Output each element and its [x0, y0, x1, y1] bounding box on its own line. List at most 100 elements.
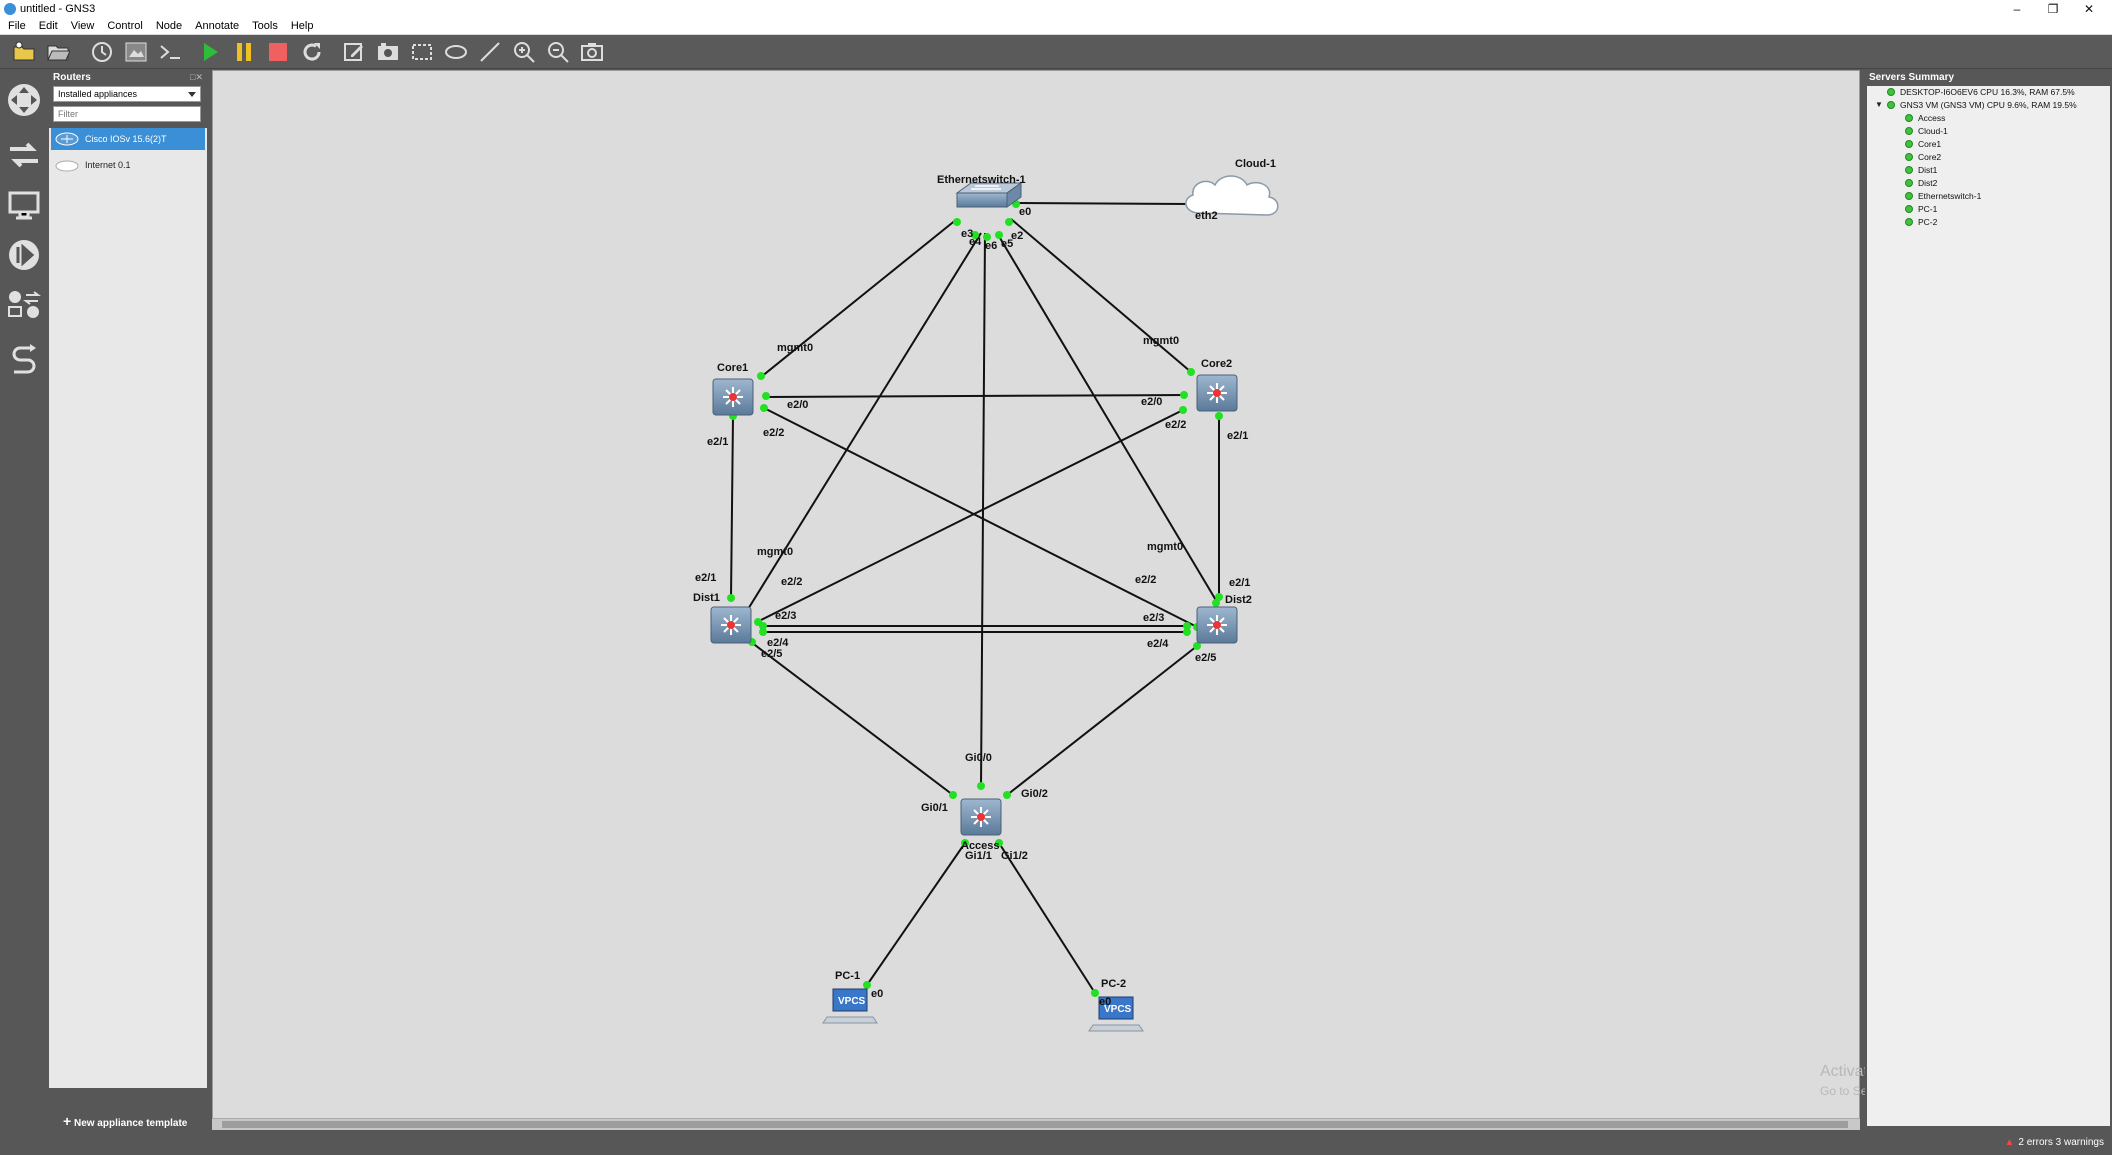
link-dist2-access[interactable]: [1006, 645, 1198, 796]
port-dot: [949, 791, 957, 799]
port-label: e2/0: [787, 399, 808, 411]
tree-node-access[interactable]: Access: [1905, 112, 1945, 125]
tree-node-core1[interactable]: Core1: [1905, 138, 1941, 151]
node-ethernetswitch-1[interactable]: Ethernetswitch-1: [937, 174, 1026, 208]
port-dot: [977, 782, 985, 790]
canvas-horizontal-scrollbar[interactable]: [212, 1118, 1860, 1130]
node-core1[interactable]: Core1: [712, 362, 754, 416]
node-core2[interactable]: Core2: [1196, 358, 1238, 412]
port-dot: [1187, 368, 1195, 376]
tree-node-pc-2[interactable]: PC-2: [1905, 216, 1937, 229]
server-row-vm[interactable]: GNS3 VM (GNS3 VM) CPU 9.6%, RAM 19.5%: [1887, 99, 2077, 112]
open-project-icon[interactable]: [44, 39, 72, 65]
node-label: Ethernetswitch-1: [937, 174, 1026, 186]
link-access-pc1[interactable]: [866, 842, 966, 986]
start-all-icon[interactable]: [196, 39, 224, 65]
appliance-list: Cisco IOSv 15.6(2)T Internet 0.1: [49, 128, 207, 1088]
topology-canvas[interactable]: Ethernetswitch-1 Cloud-1 Core1 Core2 Dis…: [212, 70, 1860, 1130]
new-project-icon[interactable]: [10, 39, 38, 65]
screenshot-icon[interactable]: [578, 39, 606, 65]
tree-node-label: PC-2: [1918, 217, 1938, 227]
suspend-all-icon[interactable]: [230, 39, 258, 65]
warning-icon: ▲: [2004, 1137, 2015, 1148]
port-dot: [1183, 628, 1191, 636]
port-label: mgmt0: [777, 342, 813, 354]
menu-view[interactable]: View: [63, 18, 100, 32]
port-dot: [953, 218, 961, 226]
browse-end-devices-icon[interactable]: [4, 185, 44, 225]
node-pc-2[interactable]: VPCS PC-2: [1088, 978, 1144, 1032]
node-label: Dist1: [693, 592, 720, 604]
menu-node[interactable]: Node: [148, 18, 187, 32]
link-esw-dist2[interactable]: [996, 232, 1218, 603]
tree-node-dist1[interactable]: Dist1: [1905, 164, 1937, 177]
draw-ellipse-icon[interactable]: [442, 39, 470, 65]
node-label: Core2: [1201, 358, 1232, 370]
link-core1-core2[interactable]: [764, 394, 1186, 398]
appliance-item-cisco-iosv[interactable]: Cisco IOSv 15.6(2)T: [51, 128, 205, 150]
port-dot: [759, 628, 767, 636]
menu-annotate[interactable]: Annotate: [187, 18, 244, 32]
link-core2-dist1[interactable]: [756, 409, 1184, 623]
port-label: e2/0: [1141, 396, 1162, 408]
node-access[interactable]: Access: [960, 798, 1002, 852]
servers-summary-panel: Servers Summary DESKTOP-I6O6EV6 CPU 16.3…: [1865, 70, 2112, 1130]
port-dot: [762, 392, 770, 400]
error-warning-indicator[interactable]: ▲ 2 errors 3 warnings: [2005, 1137, 2105, 1148]
link-esw-cloud[interactable]: [1016, 202, 1192, 205]
tree-node-core2[interactable]: Core2: [1905, 151, 1941, 164]
panel-dock-controls[interactable]: □✕: [190, 72, 203, 83]
server-row-local[interactable]: DESKTOP-I6O6EV6 CPU 16.3%, RAM 67.5%: [1887, 86, 2075, 99]
node-dist2[interactable]: Dist2: [1196, 594, 1252, 644]
tree-node-ethernetswitch-1[interactable]: Ethernetswitch-1: [1905, 190, 1981, 203]
add-note-icon[interactable]: [340, 39, 368, 65]
snapshot-icon[interactable]: [88, 39, 116, 65]
menu-control[interactable]: Control: [99, 18, 147, 32]
port-label: e2/1: [707, 436, 728, 448]
browse-switches-icon[interactable]: [4, 135, 44, 175]
console-all-icon[interactable]: [156, 39, 184, 65]
link-access-pc2[interactable]: [998, 842, 1096, 994]
browse-security-devices-icon[interactable]: [4, 235, 44, 275]
topology-svg[interactable]: Ethernetswitch-1 Cloud-1 Core1 Core2 Dis…: [213, 71, 1859, 1117]
port-labels: e0 e3 e4 e6 e5 e2 eth2 mgmt0 e2/0 e2/2 e…: [695, 206, 1250, 1008]
port-dot: [863, 981, 871, 989]
add-link-icon[interactable]: [4, 340, 44, 380]
link-dist1-access[interactable]: [750, 641, 954, 796]
tree-node-pc-1[interactable]: PC-1: [1905, 203, 1937, 216]
device-browser-icon[interactable]: [122, 39, 150, 65]
scrollbar-thumb[interactable]: [222, 1121, 1848, 1128]
stop-all-icon[interactable]: [264, 39, 292, 65]
tree-node-label: Core2: [1918, 152, 1942, 162]
port-label: e2/2: [763, 427, 784, 439]
link-core1-dist2[interactable]: [763, 407, 1198, 628]
insert-picture-icon[interactable]: [374, 39, 402, 65]
reload-all-icon[interactable]: [298, 39, 326, 65]
node-cloud-1[interactable]: Cloud-1: [1185, 158, 1279, 216]
menu-help[interactable]: Help: [283, 18, 319, 32]
zoom-out-icon[interactable]: [544, 39, 572, 65]
port-label: eth2: [1195, 210, 1218, 222]
tree-node-cloud-1[interactable]: Cloud-1: [1905, 125, 1948, 138]
zoom-in-icon[interactable]: [510, 39, 538, 65]
new-appliance-template-button[interactable]: + New appliance template: [63, 1113, 187, 1129]
menu-file[interactable]: File: [0, 18, 31, 32]
close-button[interactable]: ✕: [2066, 0, 2112, 18]
appliance-type-select[interactable]: Installed appliances: [53, 86, 201, 102]
draw-line-icon[interactable]: [476, 39, 504, 65]
tree-node-dist2[interactable]: Dist2: [1905, 177, 1937, 190]
menu-tools[interactable]: Tools: [244, 18, 283, 32]
filter-input[interactable]: [53, 106, 201, 122]
link-esw-core2[interactable]: [1010, 218, 1192, 373]
draw-rectangle-icon[interactable]: [408, 39, 436, 65]
menu-edit[interactable]: Edit: [31, 18, 63, 32]
appliance-item-internet[interactable]: Internet 0.1: [51, 154, 205, 176]
browse-all-devices-icon[interactable]: [4, 285, 44, 325]
collapse-caret-icon[interactable]: ▼: [1875, 100, 1883, 109]
node-pc-1[interactable]: VPCS PC-1: [822, 970, 878, 1024]
port-label: e6: [985, 240, 997, 252]
node-dist1[interactable]: Dist1: [693, 592, 752, 644]
link-core1-dist1[interactable]: [730, 415, 734, 599]
router-icon: [55, 132, 79, 146]
browse-routers-icon[interactable]: [4, 80, 44, 120]
